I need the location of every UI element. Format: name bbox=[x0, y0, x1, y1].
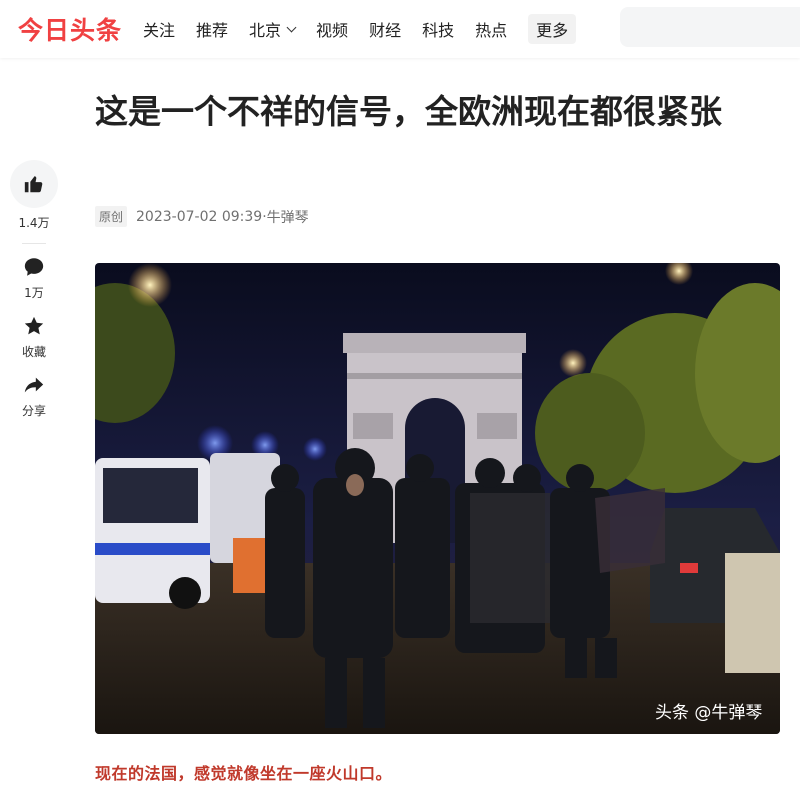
original-badge: 原创 bbox=[95, 206, 128, 227]
author-link[interactable]: 牛弹琴 bbox=[267, 207, 309, 227]
comment-count: 1万 bbox=[24, 286, 44, 300]
share-button[interactable]: 分享 bbox=[8, 374, 60, 419]
like-count: 1.4万 bbox=[18, 216, 50, 230]
top-nav-bar: 今日头条 关注 推荐 北京 视频 财经 科技 热点 更多 bbox=[0, 0, 800, 58]
favorite-label: 收藏 bbox=[21, 345, 46, 359]
search-input[interactable] bbox=[620, 7, 800, 47]
article-action-rail: 1.4万 1万 收藏 分享 bbox=[8, 160, 60, 419]
article-first-paragraph: 现在的法国，感觉就像坐在一座火山口。 bbox=[95, 764, 393, 783]
nav-item-follow[interactable]: 关注 bbox=[143, 17, 175, 41]
comment-button[interactable]: 1万 bbox=[8, 256, 60, 301]
night-street-photo: 头条 @牛弹琴 bbox=[95, 263, 780, 734]
nav-item-more[interactable]: 更多 bbox=[528, 14, 577, 44]
nav-item-video[interactable]: 视频 bbox=[316, 17, 348, 41]
nav-item-recommend[interactable]: 推荐 bbox=[196, 17, 228, 41]
channel-nav: 关注 推荐 北京 视频 财经 科技 热点 更多 bbox=[143, 0, 577, 58]
article-photo[interactable]: 头条 @牛弹琴 bbox=[95, 263, 780, 734]
nav-item-tech[interactable]: 科技 bbox=[422, 17, 454, 41]
thumbs-up-icon bbox=[24, 176, 43, 193]
like-button[interactable]: 1.4万 bbox=[8, 160, 60, 231]
share-label: 分享 bbox=[21, 404, 46, 418]
nav-item-city[interactable]: 北京 bbox=[249, 17, 297, 41]
chevron-down-icon bbox=[286, 22, 297, 32]
toutiao-logo[interactable]: 今日头条 bbox=[18, 11, 122, 47]
nav-item-hot[interactable]: 热点 bbox=[475, 17, 507, 41]
article-meta: 原创 2023-07-02 09:39 · 牛弹琴 bbox=[95, 206, 309, 227]
star-icon bbox=[24, 316, 44, 335]
nav-item-finance[interactable]: 财经 bbox=[369, 17, 401, 41]
rail-divider bbox=[22, 243, 46, 244]
like-icon-wrap bbox=[10, 160, 58, 208]
favorite-button[interactable]: 收藏 bbox=[8, 315, 60, 360]
article-title: 这是一个不祥的信号，全欧洲现在都很紧张 bbox=[95, 92, 722, 131]
nav-item-city-label: 北京 bbox=[249, 21, 282, 40]
image-watermark: 头条 @牛弹琴 bbox=[655, 703, 762, 723]
publish-time: 2023-07-02 09:39 bbox=[136, 208, 263, 225]
share-arrow-icon bbox=[24, 377, 44, 393]
comment-bubble-icon bbox=[24, 258, 44, 276]
